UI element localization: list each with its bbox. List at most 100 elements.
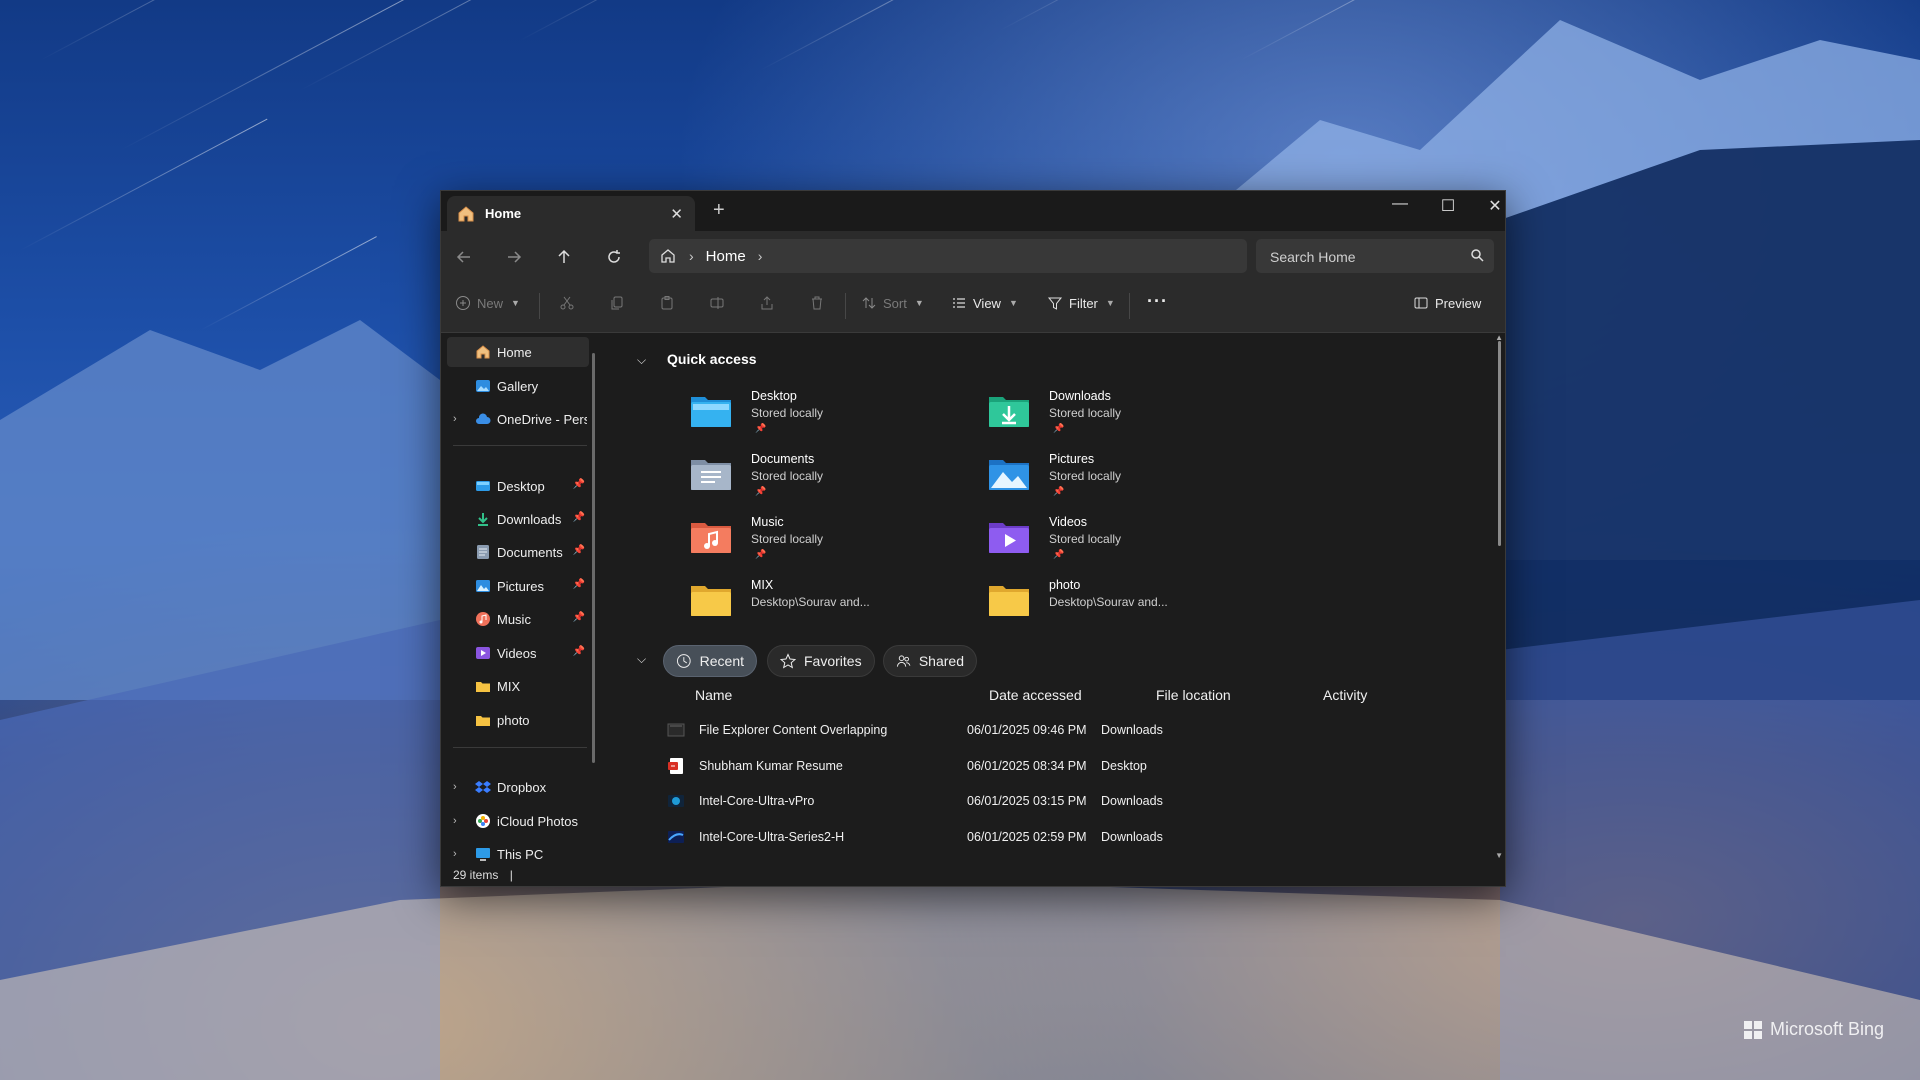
- folder-icon: [476, 682, 490, 692]
- view-button-label: View: [973, 295, 1001, 311]
- cut-button[interactable]: [559, 295, 575, 311]
- chevron-right-icon[interactable]: ›: [453, 781, 457, 793]
- quick-access-item-music[interactable]: Music Stored locally 📌: [689, 511, 949, 567]
- scroll-down-icon[interactable]: ▼: [1495, 851, 1503, 860]
- sidebar-item-icloud-photos[interactable]: › iCloud Photos: [447, 806, 589, 836]
- row-location: Desktop: [1101, 759, 1147, 773]
- new-tab-button[interactable]: +: [713, 199, 725, 222]
- sidebar-scrollbar[interactable]: [592, 353, 595, 763]
- chevron-right-icon[interactable]: ›: [758, 248, 763, 264]
- quick-access-name: Pictures: [1049, 452, 1095, 466]
- new-button[interactable]: New ▼: [455, 295, 520, 311]
- maximize-button[interactable]: ☐: [1425, 196, 1471, 216]
- sidebar-item-home[interactable]: Home: [447, 337, 589, 367]
- quick-access-item-photo[interactable]: photo Desktop\Sourav and...: [987, 574, 1247, 630]
- quick-access-sub: Stored locally: [1049, 469, 1122, 483]
- search-icon[interactable]: [1470, 248, 1484, 262]
- address-bar[interactable]: › Home ›: [649, 239, 1247, 273]
- windows-logo-icon: [1743, 1020, 1762, 1039]
- search-input[interactable]: [1256, 239, 1472, 275]
- sort-icon: [862, 297, 876, 309]
- quick-access-item-documents[interactable]: Documents Stored locally 📌: [689, 448, 949, 504]
- search-box[interactable]: [1256, 239, 1494, 275]
- sidebar-item-mix[interactable]: MIX: [447, 671, 589, 701]
- minimize-button[interactable]: —: [1377, 195, 1423, 213]
- sidebar-item-this-pc[interactable]: › This PC: [447, 839, 589, 869]
- column-header-name[interactable]: Name: [695, 687, 732, 703]
- quick-access-item-mix[interactable]: MIX Desktop\Sourav and...: [689, 574, 949, 630]
- sidebar-item-desktop[interactable]: Desktop 📌: [447, 471, 589, 501]
- column-header-activity[interactable]: Activity: [1323, 687, 1367, 703]
- quick-access-sub: Stored locally: [751, 469, 824, 483]
- view-button[interactable]: View ▼: [951, 295, 1018, 311]
- title-bar[interactable]: Home ✕ + — ☐ ✕: [441, 191, 1505, 231]
- sidebar-item-pictures[interactable]: Pictures 📌: [447, 571, 589, 601]
- divider: [1129, 293, 1130, 319]
- cloud-icon: [476, 413, 491, 424]
- chevron-right-icon[interactable]: ›: [453, 848, 457, 860]
- gallery-icon: [476, 380, 490, 392]
- column-header-file-location[interactable]: File location: [1156, 687, 1231, 703]
- sidebar-item-documents[interactable]: Documents 📌: [447, 537, 589, 567]
- share-button[interactable]: [759, 295, 775, 311]
- content-scrollbar[interactable]: [1498, 341, 1501, 546]
- dropbox-icon: [475, 781, 491, 793]
- sidebar-item-gallery[interactable]: Gallery: [447, 371, 589, 401]
- copy-button[interactable]: [609, 295, 625, 311]
- filter-button[interactable]: Filter ▼: [1047, 295, 1115, 311]
- music-icon: [476, 612, 490, 626]
- collapse-recent-chevron-icon[interactable]: ⌵: [637, 652, 646, 667]
- chevron-right-icon[interactable]: ›: [453, 815, 457, 827]
- sidebar-divider: [453, 445, 587, 446]
- downloads-folder-icon: [989, 397, 1029, 427]
- filter-pill-recent[interactable]: Recent: [663, 645, 757, 677]
- breadcrumb-home[interactable]: Home: [706, 248, 746, 265]
- up-button[interactable]: [553, 246, 575, 268]
- refresh-button[interactable]: [603, 246, 625, 268]
- paste-button[interactable]: [659, 295, 675, 311]
- table-row[interactable]: Intel-Core-Ultra-vPro 06/01/2025 03:15 P…: [667, 784, 1447, 818]
- sidebar-item-videos[interactable]: Videos 📌: [447, 638, 589, 668]
- sidebar-item-onedrive[interactable]: › OneDrive - Pers: [447, 404, 589, 434]
- table-row[interactable]: Intel-Core-Ultra-Series2-H 06/01/2025 02…: [667, 820, 1447, 854]
- icloud-icon: [476, 814, 490, 828]
- table-row[interactable]: File Explorer Content Overlapping 06/01/…: [667, 713, 1447, 747]
- filter-pill-shared[interactable]: Shared: [883, 645, 977, 677]
- divider: [845, 293, 846, 319]
- chevron-right-icon: ›: [689, 248, 694, 264]
- rename-button[interactable]: [709, 295, 725, 311]
- table-row[interactable]: Shubham Kumar Resume 06/01/2025 08:34 PM…: [667, 749, 1447, 783]
- quick-access-sub: Stored locally: [1049, 406, 1122, 420]
- tab-close-button[interactable]: ✕: [670, 205, 683, 223]
- sidebar-item-music[interactable]: Music 📌: [447, 604, 589, 634]
- column-header-date-accessed[interactable]: Date accessed: [989, 687, 1082, 703]
- share-icon: [761, 296, 773, 310]
- filter-button-label: Filter: [1069, 295, 1098, 311]
- sidebar-item-photo[interactable]: photo: [447, 705, 589, 735]
- quick-access-item-pictures[interactable]: Pictures Stored locally 📌: [987, 448, 1247, 504]
- quick-access-item-desktop[interactable]: Desktop Stored locally 📌: [689, 385, 949, 441]
- chevron-down-icon: ▼: [511, 298, 520, 308]
- quick-access-item-videos[interactable]: Videos Stored locally 📌: [987, 511, 1247, 567]
- sidebar-item-downloads[interactable]: Downloads 📌: [447, 504, 589, 534]
- filter-pill-favorites[interactable]: Favorites: [767, 645, 875, 677]
- collapse-quick-access-chevron-icon[interactable]: ⌵: [637, 353, 646, 368]
- tab-home[interactable]: Home ✕: [447, 196, 695, 231]
- folder-icon: [691, 586, 731, 616]
- image-file-icon: [668, 795, 684, 807]
- forward-button[interactable]: [503, 246, 525, 268]
- more-options-button[interactable]: ···: [1147, 291, 1168, 312]
- filter-pill-label: Favorites: [804, 653, 862, 669]
- chevron-right-icon[interactable]: ›: [453, 413, 457, 425]
- music-folder-icon: [691, 523, 731, 553]
- folder-icon: [476, 716, 490, 726]
- delete-button[interactable]: [809, 295, 825, 311]
- pin-icon: 📌: [755, 549, 767, 559]
- pdf-file-icon: [668, 758, 683, 774]
- sort-button[interactable]: Sort ▼: [861, 295, 924, 311]
- sidebar-item-dropbox[interactable]: › Dropbox: [447, 772, 589, 802]
- quick-access-item-downloads[interactable]: Downloads Stored locally 📌: [987, 385, 1247, 441]
- back-button[interactable]: [453, 246, 475, 268]
- preview-button[interactable]: Preview: [1413, 295, 1481, 311]
- close-window-button[interactable]: ✕: [1472, 196, 1505, 216]
